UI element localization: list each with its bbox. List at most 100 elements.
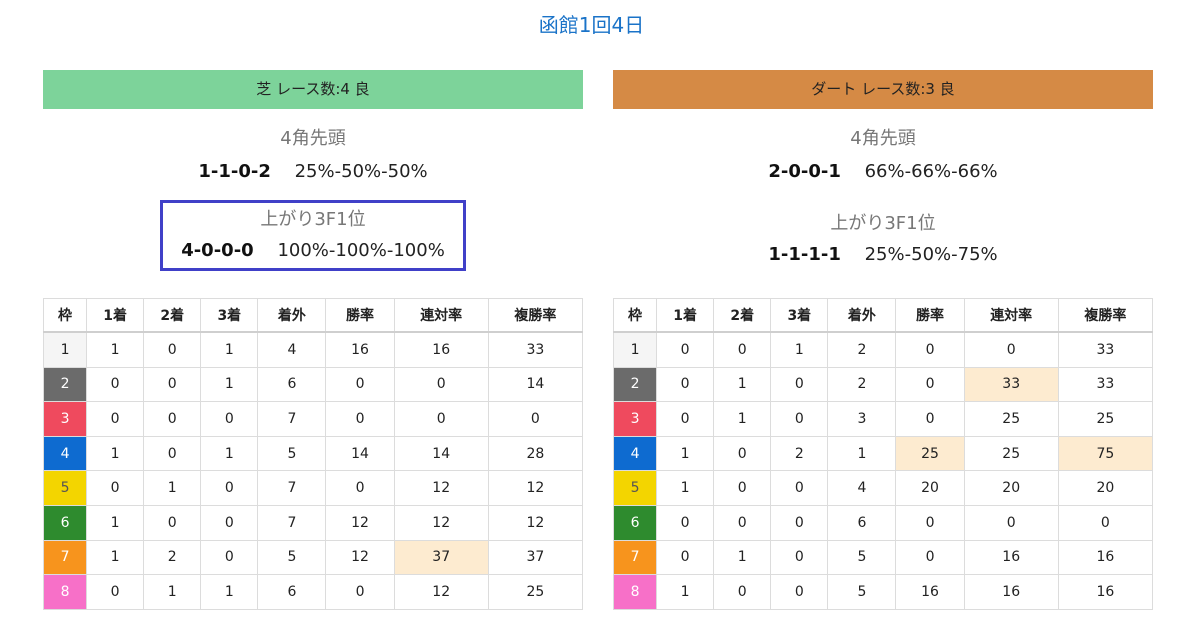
third-cell: 0 — [200, 470, 259, 506]
waku-cell: 5 — [42, 470, 88, 506]
win-rate-cell: 12 — [325, 539, 395, 576]
third-cell: 1 — [200, 574, 259, 610]
second-cell: 0 — [713, 574, 772, 610]
column-header: 着外 — [827, 298, 897, 333]
third-cell: 0 — [200, 539, 259, 576]
waku-cell: 5 — [612, 470, 658, 506]
turf-front4-rates: 25%-50%-50% — [294, 161, 428, 182]
second-cell: 0 — [713, 504, 772, 541]
first-cell: 0 — [656, 401, 715, 437]
waku-cell: 4 — [42, 435, 88, 472]
win-rate-cell: 16 — [325, 331, 395, 368]
first-cell: 0 — [86, 470, 145, 506]
waku-cell: 7 — [42, 539, 88, 576]
turf-front4-block: 4角先頭 1-1-0-2 25%-50%-50% — [43, 126, 583, 186]
dirt-header: ダート レース数:3 良 — [613, 70, 1153, 109]
waku-cell: 6 — [612, 504, 658, 541]
out-cell: 5 — [257, 435, 327, 472]
fukusho-rate-cell: 28 — [487, 435, 584, 472]
table-row: 7 0 1 0 5 0 16 16 — [612, 539, 1154, 576]
rentai-rate-cell: 12 — [393, 470, 489, 506]
out-cell: 7 — [257, 470, 327, 506]
out-cell: 2 — [827, 331, 897, 368]
second-cell: 0 — [143, 401, 202, 437]
column-header: 1着 — [656, 298, 715, 333]
table-row: 30007000 — [42, 401, 584, 437]
out-cell: 4 — [827, 470, 897, 506]
third-cell: 0 — [200, 401, 259, 437]
rentai-rate-cell: 0 — [393, 366, 489, 403]
third-cell: 0 — [770, 504, 829, 541]
table-row: 5 0 1 0 7 0 12 12 — [42, 470, 584, 506]
out-cell: 6 — [257, 366, 327, 403]
table-row: 8 1 0 0 5 16 16 16 — [612, 574, 1154, 610]
out-cell: 4 — [257, 331, 327, 368]
rentai-rate-cell: 25 — [963, 435, 1059, 472]
out-cell: 6 — [257, 574, 327, 610]
column-header: 連対率 — [963, 298, 1059, 333]
fukusho-rate-cell: 25 — [487, 574, 584, 610]
dirt-front4-block: 4角先頭 2-0-0-1 66%-66%-66% — [613, 126, 1153, 186]
win-rate-cell: 0 — [895, 401, 965, 437]
table-row: 2 0 1 0 2 0 33 33 — [612, 366, 1154, 403]
win-rate-cell: 0 — [325, 401, 395, 437]
dirt-front4-rates: 66%-66%-66% — [864, 161, 998, 182]
column-header: 勝率 — [895, 298, 965, 333]
waku-cell: 8 — [42, 574, 88, 610]
rentai-rate-cell: 20 — [963, 470, 1059, 506]
third-cell: 1 — [200, 331, 259, 368]
column-header: 複勝率 — [1057, 298, 1154, 333]
first-cell: 1 — [86, 504, 145, 541]
fukusho-rate-cell: 20 — [1057, 470, 1154, 506]
out-cell: 6 — [827, 504, 897, 541]
waku-cell: 1 — [42, 331, 88, 368]
out-cell: 7 — [257, 401, 327, 437]
table-header-row: 枠 1着 2着 3着 着外 勝率 連対率 複勝率 — [42, 298, 584, 333]
rentai-rate-cell: 16 — [963, 574, 1059, 610]
turf-front4-line: 1-1-0-2 25%-50%-50% — [43, 158, 583, 186]
table-row: 1 1 0 1 4 16 16 33 — [42, 331, 584, 368]
table-row: 4 1 0 1 5 14 14 28 — [42, 435, 584, 472]
waku-cell: 4 — [612, 435, 658, 472]
second-cell: 1 — [143, 574, 202, 610]
waku-cell: 2 — [612, 366, 658, 403]
table-row: 2 0 0 1 6 0 0 14 — [42, 366, 584, 403]
waku-cell: 3 — [42, 401, 88, 437]
waku-cell: 6 — [42, 504, 88, 541]
fukusho-rate-cell: 25 — [1057, 401, 1154, 437]
table-row: 60006000 — [612, 504, 1154, 541]
win-rate-cell: 16 — [895, 574, 965, 610]
fukusho-rate-cell: 0 — [1057, 504, 1154, 541]
dirt-front4-label: 4角先頭 — [850, 128, 916, 149]
column-header: 着外 — [257, 298, 327, 333]
third-cell: 1 — [770, 331, 829, 368]
second-cell: 1 — [713, 539, 772, 576]
turf-waku-table: 枠 1着 2着 3着 着外 勝率 連対率 複勝率 1 1 0 1 4 16 16 33 2 0 0 1 6 0 0 14 3 0… — [42, 298, 584, 610]
table-header-row: 枠 1着 2着 3着 着外 勝率 連対率 複勝率 — [612, 298, 1154, 333]
column-header: 枠 — [42, 298, 88, 333]
dirt-last3f-line: 1-1-1-1 25%-50%-75% — [613, 241, 1153, 269]
out-cell: 1 — [827, 435, 897, 472]
turf-header: 芝 レース数:4 良 — [43, 70, 583, 109]
win-rate-cell: 14 — [325, 435, 395, 472]
third-cell: 1 — [200, 366, 259, 403]
second-cell: 0 — [143, 366, 202, 403]
rentai-rate-cell: 0 — [963, 331, 1059, 368]
win-rate-cell: 0 — [325, 366, 395, 403]
turf-last3f-line: 4-0-0-0 100%-100%-100% — [181, 237, 445, 265]
table-row: 4 1 0 2 1 25 25 75 — [612, 435, 1154, 472]
second-cell: 1 — [713, 366, 772, 403]
third-cell: 1 — [200, 435, 259, 472]
table-row: 7 1 2 0 5 12 37 37 — [42, 539, 584, 576]
first-cell: 1 — [86, 539, 145, 576]
waku-cell: 1 — [612, 331, 658, 368]
fukusho-rate-cell: 14 — [487, 366, 584, 403]
dirt-waku-table: 枠 1着 2着 3着 着外 勝率 連対率 複勝率 1 0 0 1 2 0 0 33 2 0 1 0 2 0 33 33 3 0 1… — [612, 298, 1154, 610]
first-cell: 1 — [656, 470, 715, 506]
dirt-last3f-block: 上がり3F1位 1-1-1-1 25%-50%-75% — [613, 211, 1153, 269]
column-header: 3着 — [770, 298, 829, 333]
column-header: 3着 — [200, 298, 259, 333]
rentai-rate-cell: 16 — [963, 539, 1059, 576]
win-rate-cell: 0 — [895, 539, 965, 576]
rentai-rate-cell: 0 — [393, 401, 489, 437]
